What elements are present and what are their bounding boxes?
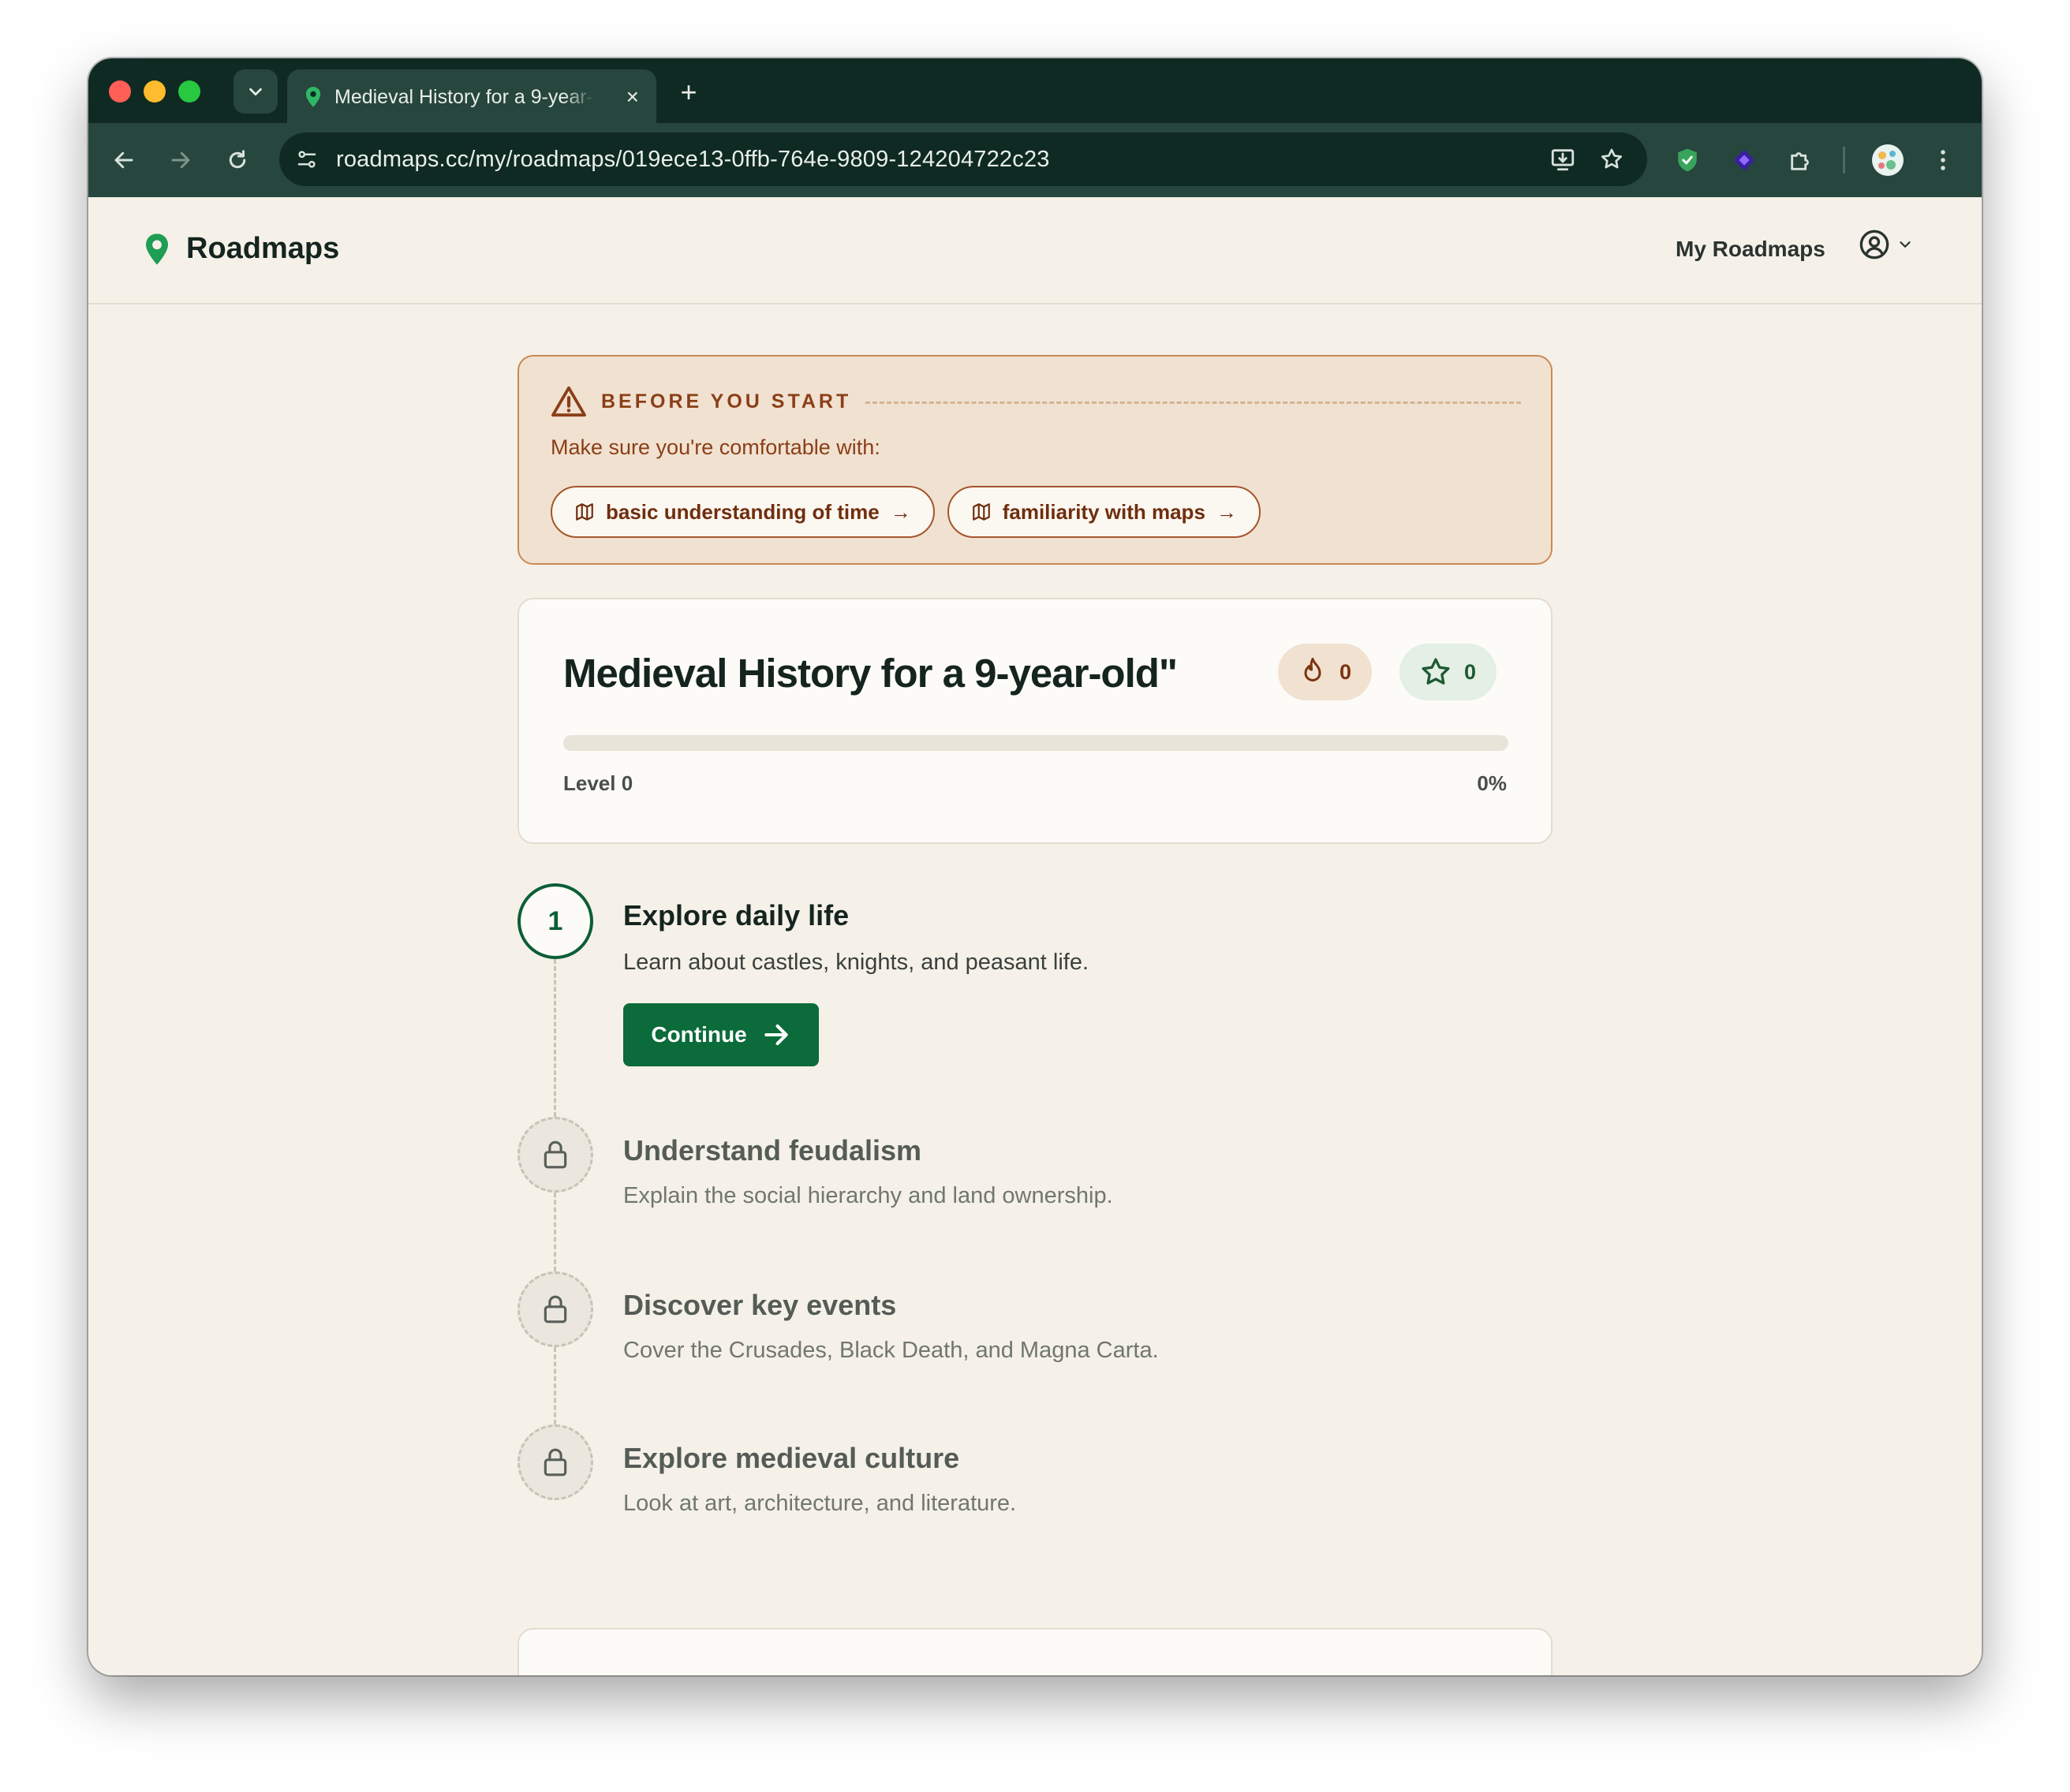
close-window-button[interactable] [109,80,131,103]
brand-name: Roadmaps [186,232,340,265]
prerequisite-chip[interactable]: familiarity with maps → [947,486,1261,538]
brand-logo-link[interactable]: Roadmaps [144,232,339,266]
lock-icon [544,1141,567,1169]
install-app-button[interactable] [1543,140,1582,179]
shield-icon [1678,148,1697,172]
site-header: Roadmaps My Roadmaps [88,197,1982,304]
browser-menu-button[interactable] [1923,140,1963,180]
install-icon [1551,149,1575,171]
arrow-right-icon: → [890,499,911,524]
tune-icon [297,151,316,168]
step-locked-badge [518,1424,593,1500]
reload-icon [229,150,246,169]
level-label: Level 0 [563,771,633,795]
star-icon [1422,658,1450,685]
prerequisites-header: BEFORE YOU START [551,385,1521,418]
my-roadmaps-link[interactable]: My Roadmaps [1676,237,1825,262]
chevron-down-icon [1900,241,1911,248]
step-connector [554,1193,556,1271]
step-title: Explore daily life [623,899,850,931]
extension-shield-button[interactable] [1668,140,1707,180]
extension-diamond-button[interactable] [1724,140,1764,180]
star-outline-icon [1601,148,1623,169]
step-title: Discover key events [623,1289,897,1321]
step-number-badge: 1 [518,883,593,959]
browser-toolbar: roadmaps.cc/my/roadmaps/019ece13-0ffb-76… [88,123,1982,197]
map-pin-logo-icon [146,233,168,265]
prerequisites-subtitle: Make sure you're comfortable with: [551,435,880,459]
step-connector [554,959,556,1117]
user-menu-button[interactable] [1859,229,1914,260]
step-locked-badge [518,1271,593,1347]
puzzle-icon [1791,152,1809,170]
profile-avatar-icon [1872,144,1904,176]
prerequisites-divider [865,401,1521,404]
address-bar[interactable]: roadmaps.cc/my/roadmaps/019ece13-0ffb-76… [279,133,1647,186]
minimize-window-button[interactable] [144,80,166,103]
user-circle-icon [1859,230,1889,259]
extensions-button[interactable] [1781,140,1821,180]
roadmap-title: Medieval History for a 9-year-old" [563,651,1178,696]
arrow-left-icon [114,151,133,169]
tab-title: Medieval History for a 9-year-old [334,85,595,108]
progress-percent: 0% [1477,771,1507,795]
next-section-card [518,1628,1552,1675]
map-icon [972,503,990,521]
prerequisite-chip[interactable]: basic understanding of time → [551,486,935,538]
warning-triangle-icon [551,386,586,417]
bookmark-button[interactable] [1592,140,1631,179]
prerequisites-title: BEFORE YOU START [601,390,852,413]
continue-label: Continue [651,1022,747,1047]
roadmap-summary-card: Medieval History for a 9-year-old" 0 0 L… [518,598,1552,844]
lock-icon [544,1295,567,1323]
maximize-window-button[interactable] [178,80,200,103]
stars-count: 0 [1464,659,1477,684]
arrow-right-icon [171,151,190,169]
step-description: Learn about castles, knights, and peasan… [623,950,1089,975]
step-locked-badge [518,1117,593,1193]
step-description: Look at art, architecture, and literatur… [623,1491,1017,1516]
step-description: Cover the Crusades, Black Death, and Mag… [623,1338,1159,1363]
progress-bar [563,735,1508,751]
diamond-icon [1733,149,1755,171]
reload-button[interactable] [218,140,257,180]
prerequisite-label: familiarity with maps [1002,499,1205,524]
step-title: Explore medieval culture [623,1442,960,1474]
continue-button[interactable]: Continue [623,1003,819,1066]
arrow-right-icon [764,1024,788,1046]
streak-badge: 0 [1278,644,1373,700]
map-icon [576,503,593,521]
tab-bar: Medieval History for a 9-year-old × + [88,58,1982,125]
prerequisite-chips: basic understanding of time → familiarit… [551,486,1261,538]
site-info-button[interactable] [287,140,327,179]
page-content: Roadmaps My Roadmaps BEFORE YOU START Ma… [88,197,1982,1675]
flame-icon [1304,658,1321,681]
chevron-down-icon [249,88,262,96]
new-tab-button[interactable]: + [671,74,707,110]
back-button[interactable] [104,140,144,180]
browser-tab-active[interactable]: Medieval History for a 9-year-old × [287,69,656,125]
step-description: Explain the social hierarchy and land ow… [623,1183,1113,1208]
url-text: roadmaps.cc/my/roadmaps/019ece13-0ffb-76… [336,146,1050,172]
browser-window: Medieval History for a 9-year-old × + ro… [88,58,1982,1675]
prerequisites-panel: BEFORE YOU START Make sure you're comfor… [518,355,1552,565]
stars-badge: 0 [1399,644,1497,700]
profile-button[interactable] [1868,140,1907,180]
streak-count: 0 [1340,659,1352,684]
toolbar-divider [1843,147,1845,174]
arrow-right-icon: → [1216,499,1237,524]
tab-search-button[interactable] [234,69,278,114]
prerequisite-label: basic understanding of time [606,499,880,524]
forward-button[interactable] [161,140,200,180]
step-title: Understand feudalism [623,1134,922,1167]
more-vertical-icon [1941,150,1945,170]
lock-icon [544,1448,567,1477]
step-connector [554,1347,556,1424]
tab-close-icon[interactable]: × [626,86,639,108]
roadmaps-favicon-icon [305,87,321,107]
